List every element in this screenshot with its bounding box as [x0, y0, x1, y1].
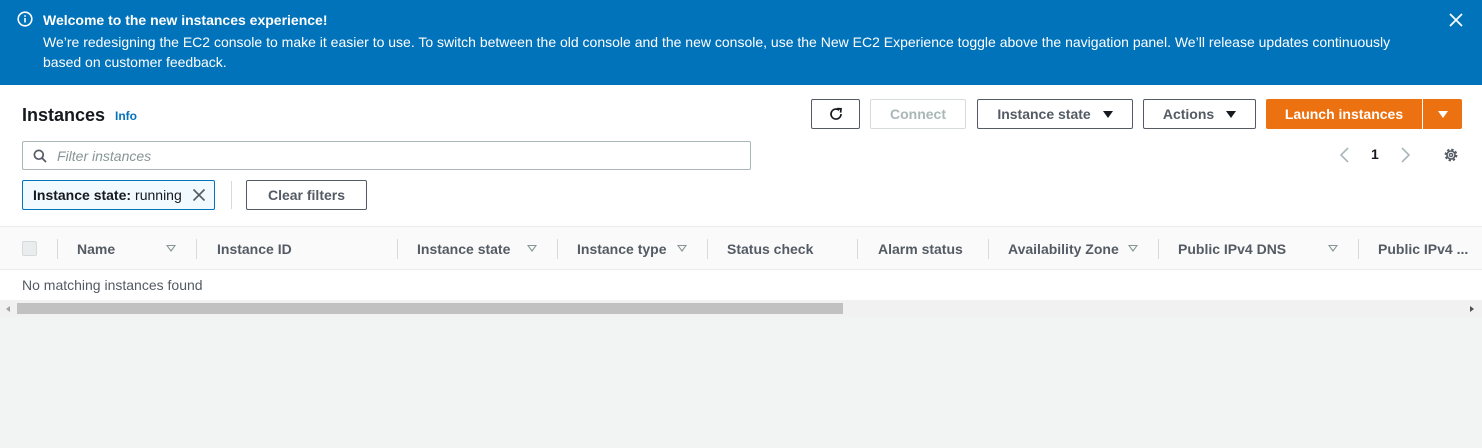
- column-label: Instance ID: [217, 241, 292, 257]
- sort-icon: [677, 245, 687, 252]
- filter-instances-field[interactable]: [22, 141, 751, 170]
- actions-label: Actions: [1162, 106, 1215, 122]
- scroll-right-icon[interactable]: [1470, 306, 1474, 312]
- column-header-instance-id[interactable]: Instance ID: [217, 227, 397, 271]
- instance-state-label: Instance state: [997, 106, 1091, 122]
- connect-label: Connect: [890, 106, 946, 122]
- refresh-icon: [829, 107, 842, 120]
- scrollbar-thumb[interactable]: [17, 303, 843, 314]
- column-label: Availability Zone: [1008, 241, 1119, 257]
- column-divider: [707, 239, 708, 259]
- clear-filters-label: Clear filters: [267, 187, 346, 203]
- instances-panel: Instances Info Connect Instance state Ac…: [0, 85, 1482, 300]
- empty-state-message: No matching instances found: [22, 277, 203, 293]
- sort-icon: [166, 245, 176, 252]
- column-header-status-check[interactable]: Status check: [727, 227, 857, 271]
- column-header-public-ipv4-dns[interactable]: Public IPv4 DNS: [1178, 227, 1358, 271]
- info-banner: Welcome to the new instances experience!…: [0, 0, 1482, 85]
- page-background: [0, 317, 1482, 448]
- actions-button[interactable]: Actions: [1143, 99, 1256, 129]
- launch-instances-label: Launch instances: [1284, 106, 1404, 122]
- column-label: Alarm status: [878, 241, 963, 257]
- column-header-instance-type[interactable]: Instance type: [577, 227, 707, 271]
- page-title: Instances: [22, 105, 106, 125]
- column-label: Name: [77, 241, 116, 257]
- refresh-button[interactable]: [811, 99, 860, 129]
- info-link[interactable]: Info: [115, 109, 137, 123]
- column-divider: [988, 239, 989, 259]
- banner-message: We’re redesigning the EC2 console to mak…: [43, 34, 1391, 70]
- column-divider: [557, 239, 558, 259]
- sort-icon: [1128, 245, 1138, 252]
- gear-icon[interactable]: [1443, 147, 1459, 163]
- column-header-availability-zone[interactable]: Availability Zone: [1008, 227, 1158, 271]
- previous-page-icon[interactable]: [1338, 146, 1352, 164]
- select-all-checkbox[interactable]: [22, 241, 37, 256]
- launch-instances-button[interactable]: Launch instances: [1266, 99, 1423, 129]
- instance-state-button[interactable]: Instance state: [977, 99, 1133, 129]
- filter-token-key: Instance state:: [33, 187, 132, 203]
- column-label: Instance type: [577, 241, 667, 257]
- column-header-name[interactable]: Name: [77, 227, 197, 271]
- current-page-number[interactable]: 1: [1371, 146, 1379, 162]
- launch-dropdown-button[interactable]: [1423, 99, 1462, 129]
- column-divider: [1358, 239, 1359, 259]
- remove-filter-icon[interactable]: [192, 188, 206, 202]
- launch-instances-split-button: Launch instances: [1266, 99, 1462, 129]
- sort-icon: [527, 245, 537, 252]
- table-header: Name Instance ID Instance state Instance…: [0, 226, 1482, 270]
- caret-down-icon: [1226, 110, 1237, 118]
- scroll-left-icon[interactable]: [6, 306, 10, 312]
- column-divider: [57, 239, 58, 259]
- filter-token-value: running: [135, 187, 182, 203]
- column-label: Status check: [727, 241, 814, 257]
- connect-button[interactable]: Connect: [870, 99, 966, 129]
- column-divider: [196, 239, 197, 259]
- next-page-icon[interactable]: [1398, 146, 1412, 164]
- column-divider: [857, 239, 858, 259]
- close-icon[interactable]: [1447, 11, 1465, 29]
- filter-instances-input[interactable]: [57, 146, 737, 166]
- info-icon: [17, 11, 33, 27]
- banner-title: Welcome to the new instances experience!: [43, 12, 328, 28]
- caret-down-icon: [1437, 110, 1448, 118]
- horizontal-scrollbar[interactable]: [0, 300, 1482, 317]
- search-icon: [33, 149, 47, 163]
- column-divider: [1158, 239, 1159, 259]
- column-label: Public IPv4 ...: [1378, 241, 1469, 257]
- column-divider: [397, 239, 398, 259]
- column-header-instance-state[interactable]: Instance state: [417, 227, 557, 271]
- column-label: Public IPv4 DNS: [1178, 241, 1287, 257]
- column-header-alarm-status[interactable]: Alarm status: [878, 227, 988, 271]
- filter-token: Instance state: running: [22, 180, 215, 210]
- column-header-public-ipv4[interactable]: Public IPv4 ...: [1378, 227, 1482, 271]
- column-label: Instance state: [417, 241, 511, 257]
- clear-filters-button[interactable]: Clear filters: [246, 180, 367, 210]
- sort-icon: [1328, 245, 1338, 252]
- caret-down-icon: [1102, 110, 1113, 118]
- divider: [231, 181, 232, 209]
